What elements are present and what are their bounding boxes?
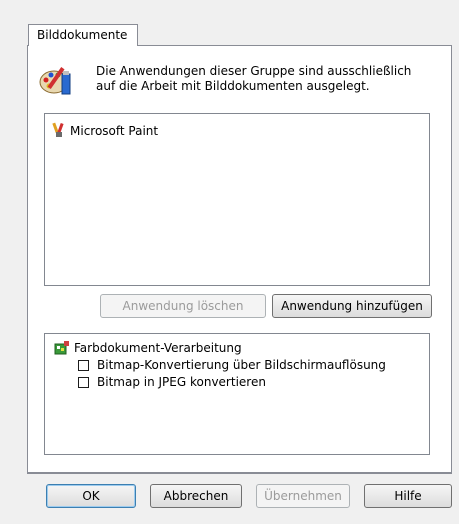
apply-button[interactable]: Übernehmen [256,484,350,508]
help-button[interactable]: Hilfe [364,484,452,508]
paint-palette-icon [38,64,74,96]
remove-application-button[interactable]: Anwendung löschen [100,294,266,318]
options-group-label: Farbdokument-Verarbeitung [74,341,242,355]
checkbox[interactable] [78,360,89,371]
paintbrush-icon [52,122,64,137]
tab-bilddokumente[interactable]: Bilddokumente [28,24,138,46]
description-line-1: Die Anwendungen dieser Gruppe sind aussc… [96,64,412,78]
group-description: Die Anwendungen dieser Gruppe sind aussc… [96,64,436,94]
option-label: Bitmap in JPEG konvertieren [97,375,266,389]
add-application-button[interactable]: Anwendung hinzufügen [272,294,432,318]
options-group-header: Farbdokument-Verarbeitung [54,341,386,355]
footer-divider [27,473,452,474]
color-document-icon [54,341,69,355]
description-line-2: auf die Arbeit mit Bilddokumenten ausgel… [96,79,370,93]
list-item-label: Microsoft Paint [70,124,159,138]
option-bitmap-to-jpeg[interactable]: Bitmap in JPEG konvertieren [78,375,386,389]
list-item-microsoft-paint[interactable]: Microsoft Paint [52,122,158,138]
checkbox[interactable] [78,377,89,388]
ok-button[interactable]: OK [46,484,136,508]
application-list[interactable] [44,113,430,286]
options-group: Farbdokument-Verarbeitung Bitmap-Konvert… [54,341,386,389]
option-bitmap-screen-resolution[interactable]: Bitmap-Konvertierung über Bildschirmaufl… [78,358,386,372]
cancel-button[interactable]: Abbrechen [150,484,242,508]
option-label: Bitmap-Konvertierung über Bildschirmaufl… [97,358,386,372]
